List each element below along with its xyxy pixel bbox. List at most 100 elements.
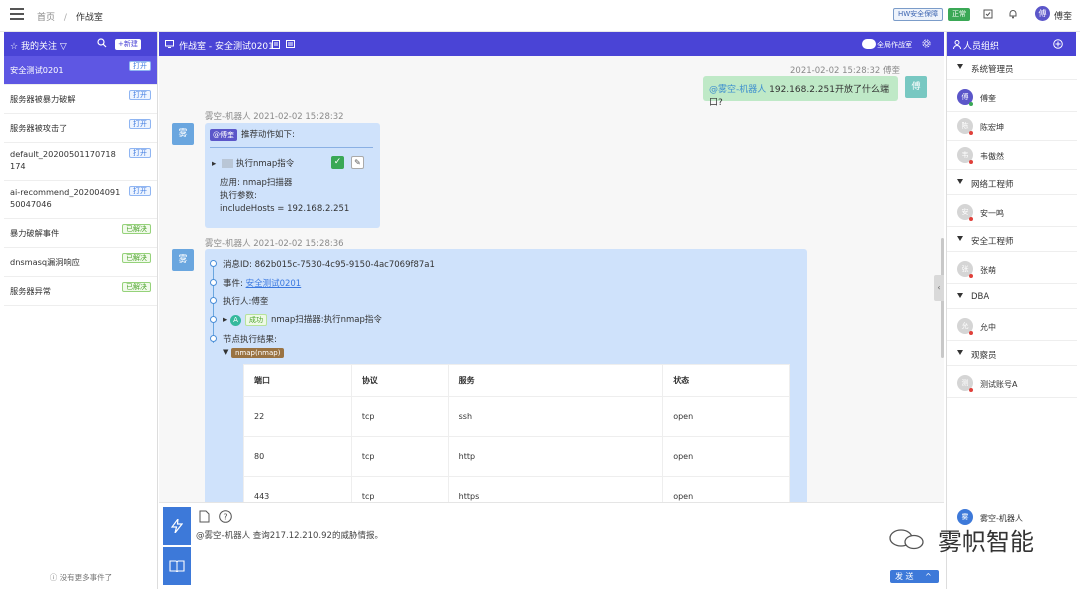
breadcrumb-home[interactable]: 首页: [37, 13, 55, 23]
user-avatar[interactable]: 傅: [1035, 6, 1050, 21]
recommend-title: @傅奎 推荐动作如下:: [210, 128, 295, 141]
user-avatar-chat: 傅: [905, 76, 927, 98]
table-cell: http: [447, 436, 664, 477]
event-name: ai-recommend_20200409150047046: [10, 187, 121, 209]
table-cell: tcp: [350, 396, 449, 437]
event-name: 服务器被暴力破解: [10, 94, 76, 104]
at-tag[interactable]: @傅奎: [210, 129, 237, 141]
bell-icon[interactable]: [1008, 9, 1018, 19]
gear-icon[interactable]: [922, 39, 931, 48]
event-status-badge: 打开: [129, 119, 151, 129]
monitor-icon: [165, 40, 174, 48]
svg-text:?: ?: [223, 513, 227, 522]
event-item[interactable]: default_20200501170718174 打开: [4, 143, 157, 181]
event-item[interactable]: 安全测试0201 打开: [4, 56, 157, 85]
personnel-group[interactable]: 安全工程师: [947, 228, 1077, 252]
sidebar-title: ☆ 我的关注 ▽: [10, 42, 67, 52]
message-meta: 2021-02-02 15:28:32 傅奎: [790, 66, 900, 76]
event-name: 安全测试0201: [10, 65, 64, 75]
action-app: 应用: nmap扫描器: [220, 178, 293, 188]
member-item[interactable]: 安安一鸣: [947, 199, 1077, 227]
file-icon[interactable]: [199, 510, 210, 523]
war-room-header: 作战室 - 安全测试0201 全局作战室: [159, 32, 944, 56]
member-item[interactable]: 陈陈宏坤: [947, 113, 1077, 141]
group-name: 安全工程师: [971, 237, 1014, 247]
member-name: 安一鸣: [980, 209, 1004, 218]
executor: 执行人:傅奎: [223, 297, 269, 307]
message-input[interactable]: @雾空-机器人 查询217.12.210.92的威胁情报。: [196, 529, 383, 541]
quick-action-button[interactable]: [163, 507, 191, 545]
member-name: 傅奎: [980, 94, 996, 103]
mention[interactable]: @雾空-机器人: [709, 85, 766, 95]
hw-badge[interactable]: HW安全保障: [893, 8, 944, 21]
personnel-group[interactable]: DBA: [947, 285, 1077, 309]
presence-dot: [969, 102, 973, 106]
event-name: default_20200501170718174: [10, 149, 116, 171]
menu-toggle-icon[interactable]: [10, 8, 24, 20]
presence-dot: [969, 217, 973, 221]
caret-down-icon: [957, 64, 963, 69]
personnel-group[interactable]: 网络工程师: [947, 171, 1077, 195]
table-cell: 22: [243, 396, 352, 437]
add-member-icon[interactable]: [1053, 39, 1063, 49]
event-item[interactable]: 暴力破解事件 已解决: [4, 219, 157, 248]
presence-dot: [969, 131, 973, 135]
action-row[interactable]: ▸ 执行nmap指令: [212, 157, 294, 169]
table-cell: tcp: [350, 436, 449, 477]
event-item[interactable]: 服务器被攻击了 打开: [4, 114, 157, 143]
step-text: nmap扫描器:执行nmap指令: [270, 315, 382, 325]
member-item[interactable]: 傅傅奎: [947, 84, 1077, 112]
new-event-button[interactable]: +新建: [115, 39, 141, 50]
document-icon[interactable]: [272, 40, 280, 49]
action-params-value: includeHosts = 192.168.2.251: [220, 204, 350, 214]
collapse-panel-handle[interactable]: ‹: [934, 275, 944, 301]
event-name: dnsmasq漏洞响应: [10, 257, 80, 267]
group-name: 网络工程师: [971, 180, 1014, 190]
war-room-title: 作战室 - 安全测试0201: [179, 42, 274, 52]
member-item[interactable]: 韦韦傲然: [947, 142, 1077, 170]
top-bar: 首页 / 作战室 HW安全保障 正常 傅 傅奎: [0, 0, 1080, 32]
event-item[interactable]: dnsmasq漏洞响应 已解决: [4, 248, 157, 277]
event-link[interactable]: 安全测试0201: [246, 279, 302, 289]
result-expand-toggle[interactable]: ▼: [223, 348, 228, 356]
chevron-up-icon[interactable]: ^: [925, 570, 932, 583]
table-header-cell: 状态: [662, 364, 790, 397]
message-id: 消息ID: 862b015c-7530-4c95-9150-4ac7069f87…: [223, 260, 435, 270]
bot-result-bubble: 消息ID: 862b015c-7530-4c95-9150-4ac7069f87…: [205, 249, 807, 502]
list-icon[interactable]: [286, 40, 295, 48]
event-item[interactable]: 服务器被暴力破解 打开: [4, 85, 157, 114]
personnel-group[interactable]: 观察员: [947, 342, 1077, 366]
breadcrumb-separator: /: [63, 13, 67, 23]
bot-recommend-bubble: @傅奎 推荐动作如下: ▸ 执行nmap指令 ✓ ✎ 应用: nmap扫描器 执行…: [205, 123, 380, 228]
table-cell: https: [447, 476, 664, 502]
task-check-icon[interactable]: [983, 9, 993, 19]
step-row[interactable]: ▸ A 成功 nmap扫描器:执行nmap指令: [223, 313, 382, 326]
table-row: 80 tcp http open: [243, 436, 790, 477]
presence-dot: [969, 331, 973, 335]
search-icon[interactable]: [97, 38, 107, 48]
personnel-group[interactable]: 系统管理员: [947, 56, 1077, 80]
edit-icon[interactable]: ✎: [351, 156, 364, 169]
member-item[interactable]: 张张萌: [947, 256, 1077, 284]
user-message-bubble: @雾空-机器人 192.168.2.251开放了什么端口?: [703, 76, 898, 108]
wechat-logo-icon: [889, 529, 924, 550]
event-name: 服务器被攻击了: [10, 123, 68, 133]
global-war-room-toggle[interactable]: [862, 39, 876, 49]
message-meta: 雾空-机器人 2021-02-02 15:28:32: [205, 112, 344, 122]
member-item[interactable]: 测测试账号A: [947, 370, 1077, 398]
caret-down-icon: [957, 293, 963, 298]
event-item[interactable]: ai-recommend_20200409150047046 打开: [4, 181, 157, 219]
help-icon[interactable]: ?: [219, 510, 232, 523]
confirm-check-button[interactable]: ✓: [331, 156, 344, 169]
send-button[interactable]: 发 送 ^: [890, 570, 939, 583]
event-status-badge: 已解决: [122, 253, 151, 263]
personnel-header: 人员组织: [947, 32, 1076, 56]
member-item[interactable]: 允允中: [947, 313, 1077, 341]
group-name: DBA: [971, 292, 990, 302]
caret-down-icon: [957, 236, 963, 241]
username[interactable]: 傅奎: [1054, 9, 1072, 22]
event-item[interactable]: 服务器异常 已解决: [4, 277, 157, 306]
playbook-button[interactable]: [163, 547, 191, 585]
message-meta: 雾空-机器人 2021-02-02 15:28:36: [205, 239, 344, 249]
sidebar-header: ☆ 我的关注 ▽ +新建: [4, 32, 157, 56]
